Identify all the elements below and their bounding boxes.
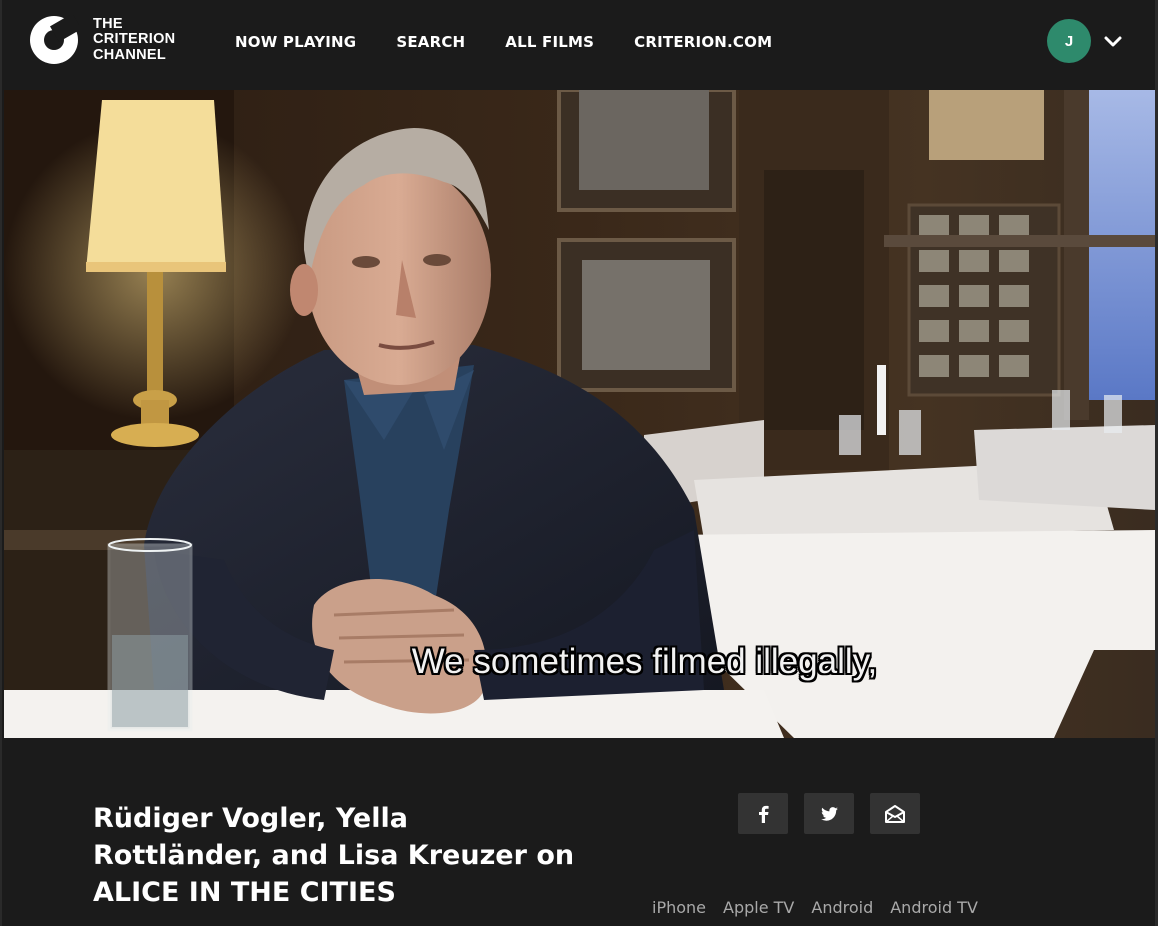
logo-line-1: THE bbox=[93, 15, 123, 32]
feature-title-line-1: Rüdiger Vogler, Yella bbox=[93, 803, 408, 834]
feature-title-line-3: ALICE IN THE CITIES bbox=[93, 877, 396, 908]
platform-links: iPhone Apple TV Android Android TV bbox=[652, 898, 978, 917]
facebook-icon bbox=[759, 805, 769, 823]
criterion-c-logo-icon bbox=[30, 15, 79, 64]
feature-info: Rüdiger Vogler, Yella Rottländer, and Li… bbox=[2, 738, 1155, 926]
nav-search[interactable]: SEARCH bbox=[396, 31, 465, 53]
platform-android[interactable]: Android bbox=[811, 898, 873, 917]
email-icon bbox=[885, 804, 905, 823]
video-frame bbox=[4, 90, 1155, 738]
criterion-logo[interactable]: THE CRITERION CHANNEL bbox=[29, 14, 189, 66]
nav-all-films[interactable]: ALL FILMS bbox=[505, 31, 594, 53]
platform-apple-tv[interactable]: Apple TV bbox=[723, 898, 794, 917]
video-subtitle: We sometimes filmed illegally, bbox=[411, 642, 878, 681]
share-twitter-button[interactable] bbox=[804, 793, 854, 834]
main-nav: NOW PLAYING SEARCH ALL FILMS CRITERION.C… bbox=[235, 31, 772, 53]
feature-title: Rüdiger Vogler, Yella Rottländer, and Li… bbox=[93, 800, 613, 911]
logo-line-3: CHANNEL bbox=[93, 46, 166, 63]
chevron-down-icon[interactable] bbox=[1102, 32, 1124, 50]
share-email-button[interactable] bbox=[870, 793, 920, 834]
share-facebook-button[interactable] bbox=[738, 793, 788, 834]
nav-now-playing[interactable]: NOW PLAYING bbox=[235, 31, 356, 53]
site-header: THE CRITERION CHANNEL NOW PLAYING SEARCH… bbox=[2, 0, 1155, 90]
logo-wordmark: THE CRITERION CHANNEL bbox=[93, 15, 176, 64]
nav-criterion-com[interactable]: CRITERION.COM bbox=[634, 31, 772, 53]
user-avatar[interactable]: J bbox=[1047, 19, 1091, 63]
feature-title-line-2: Rottländer, and Lisa Kreuzer on bbox=[93, 840, 575, 871]
platform-android-tv[interactable]: Android TV bbox=[890, 898, 978, 917]
share-buttons bbox=[738, 793, 920, 834]
twitter-icon bbox=[820, 806, 838, 821]
video-player[interactable]: We sometimes filmed illegally, bbox=[4, 90, 1155, 738]
page: THE CRITERION CHANNEL NOW PLAYING SEARCH… bbox=[0, 0, 1158, 926]
platform-iphone[interactable]: iPhone bbox=[652, 898, 706, 917]
logo-line-2: CRITERION bbox=[93, 31, 176, 48]
